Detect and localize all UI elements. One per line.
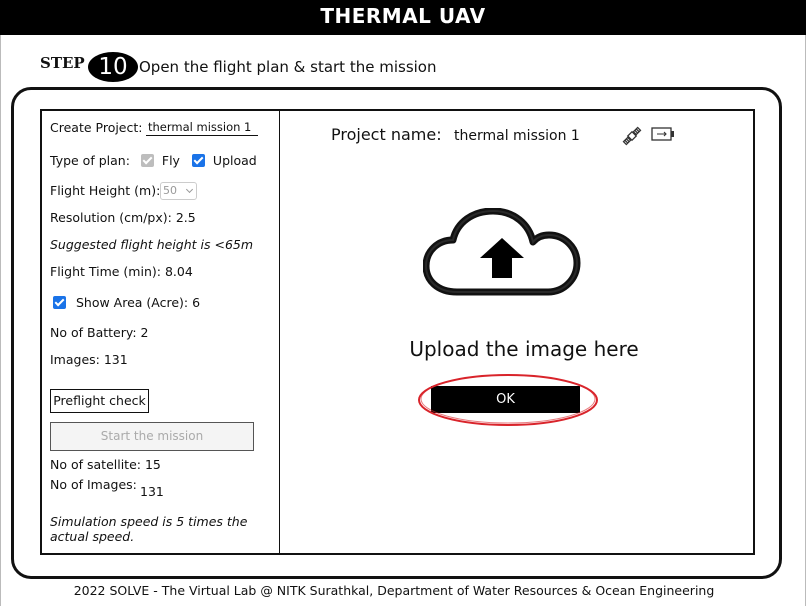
step-number-badge: 10 <box>88 52 138 82</box>
step-instruction: Open the flight plan & start the mission <box>139 58 437 76</box>
flight-plan-form: Create Project: Type of plan: Fly Upload… <box>42 111 280 553</box>
fly-label: Fly <box>161 153 180 168</box>
show-area-checkbox[interactable] <box>53 296 66 309</box>
show-area-row: Show Area (Acre): 6 <box>50 295 200 310</box>
show-area-label: Show Area (Acre): 6 <box>75 295 201 310</box>
upload-prompt: Upload the image here <box>409 337 639 361</box>
battery-icon <box>651 127 674 141</box>
upload-checkbox[interactable] <box>191 154 205 167</box>
start-mission-button[interactable]: Start the mission <box>50 422 254 451</box>
type-of-plan-row: Type of plan: Fly Upload <box>50 153 257 168</box>
suggested-height-note: Suggested flight height is <65m <box>50 237 254 252</box>
fly-checkbox[interactable] <box>140 154 154 167</box>
footer-credit: 2022 SOLVE - The Virtual Lab @ NITK Sura… <box>73 583 715 598</box>
step-label: STEP <box>40 54 85 72</box>
title-bar: THERMAL UAV <box>0 0 806 35</box>
cloud-upload-icon <box>423 208 581 296</box>
satellite-icon <box>622 126 642 146</box>
create-project-input[interactable] <box>146 118 258 136</box>
resolution-text: Resolution (cm/px): 2.5 <box>50 210 196 225</box>
upload-area: Project name: thermal mission 1 Upload t… <box>281 111 753 553</box>
upload-label: Upload <box>212 153 257 168</box>
app-title: THERMAL UAV <box>320 4 486 28</box>
battery-count: No of Battery: 2 <box>50 325 149 340</box>
simulation-note-line2: actual speed. <box>50 529 135 544</box>
images-count-value: 131 <box>140 484 164 499</box>
flight-height-select[interactable]: 50 <box>160 182 197 200</box>
preflight-check-button[interactable]: Preflight check <box>50 389 149 413</box>
satellite-count: No of satellite: 15 <box>50 457 161 472</box>
simulation-panel: Create Project: Type of plan: Fly Upload… <box>40 109 755 555</box>
highlight-circle <box>418 374 598 426</box>
flight-time-text: Flight Time (min): 8.04 <box>50 264 193 279</box>
simulation-note-line1: Simulation speed is 5 times the <box>50 514 248 529</box>
images-count: Images: 131 <box>50 352 128 367</box>
images-count-label: No of Images: <box>50 477 137 492</box>
project-name-value: thermal mission 1 <box>454 128 580 144</box>
type-of-plan-label: Type of plan: <box>50 153 130 168</box>
flight-height-value: 50 <box>163 184 177 197</box>
flight-height-label: Flight Height (m): <box>50 183 161 198</box>
project-name-label: Project name: <box>331 125 442 144</box>
create-project-label: Create Project: <box>50 120 143 135</box>
